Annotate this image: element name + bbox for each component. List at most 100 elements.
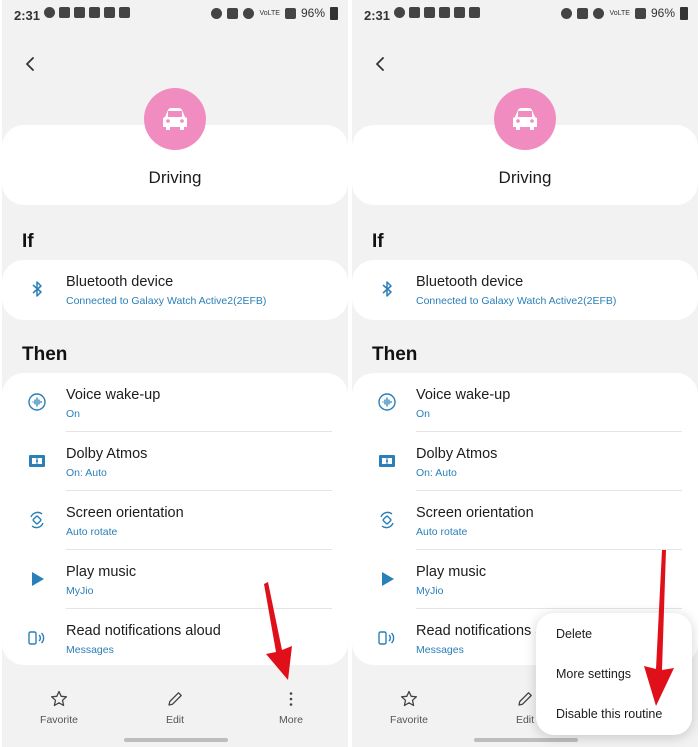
action-subtitle: MyJio — [66, 585, 94, 597]
battery-icon — [330, 6, 338, 20]
notification-icon — [89, 7, 100, 18]
rotate-icon — [376, 509, 398, 531]
if-section-title: If — [372, 231, 384, 252]
action-subtitle: Messages — [66, 644, 114, 656]
action-title: Read notifications aloud — [66, 623, 221, 639]
if-section-title: If — [22, 231, 34, 252]
edit-label: Edit — [165, 714, 185, 726]
action-row-screen-orientation[interactable]: Screen orientation Auto rotate — [2, 491, 348, 550]
if-condition-card: Bluetooth device Connected to Galaxy Wat… — [2, 260, 348, 320]
status-bar: 2:31 VoLTE 96% — [352, 0, 698, 30]
favorite-label: Favorite — [40, 714, 78, 726]
voice-wakeup-icon — [26, 391, 48, 413]
car-icon — [513, 108, 537, 130]
play-icon — [26, 568, 48, 590]
action-title: Dolby Atmos — [416, 446, 498, 462]
read-aloud-icon — [376, 627, 398, 649]
chevron-left-icon — [376, 57, 384, 71]
action-subtitle: MyJio — [416, 585, 444, 597]
dolby-icon — [26, 450, 48, 472]
condition-title: Bluetooth device — [416, 274, 524, 290]
action-title: Play music — [416, 564, 487, 580]
more-settings-menu-item[interactable]: More settings — [556, 667, 631, 681]
more-label: More — [279, 714, 303, 726]
action-title: Play music — [66, 564, 137, 580]
pencil-icon — [168, 692, 182, 706]
signal-icon — [634, 7, 646, 19]
action-subtitle: Auto rotate — [66, 526, 118, 538]
play-icon — [376, 568, 398, 590]
condition-row-bluetooth[interactable]: Bluetooth device Connected to Galaxy Wat… — [352, 260, 698, 319]
notification-icon — [409, 7, 420, 18]
action-row-dolby-atmos[interactable]: Dolby Atmos On: Auto — [352, 432, 698, 491]
system-icons: VoLTE 96% — [211, 6, 338, 20]
home-indicator[interactable] — [124, 738, 228, 742]
action-title: Screen orientation — [416, 505, 534, 521]
notification-icon — [394, 7, 405, 18]
chevron-left-icon — [26, 57, 34, 71]
back-button[interactable] — [366, 50, 394, 78]
condition-subtitle: Connected to Galaxy Watch Active2(2EFB) — [416, 295, 617, 307]
notification-icon — [119, 7, 130, 18]
action-row-screen-orientation[interactable]: Screen orientation Auto rotate — [352, 491, 698, 550]
mute-icon — [577, 7, 589, 19]
battery-percent: 96% — [300, 6, 325, 20]
pencil-icon — [518, 692, 532, 706]
action-subtitle: Messages — [416, 644, 464, 656]
action-subtitle: On: Auto — [66, 467, 107, 479]
wifi-icon — [243, 7, 255, 19]
routine-name: Driving — [498, 168, 552, 187]
status-time: 2:31 — [14, 8, 41, 23]
back-button[interactable] — [16, 50, 44, 78]
network-label: VoLTE — [259, 9, 280, 17]
action-title: Voice wake-up — [66, 387, 161, 403]
condition-row-bluetooth[interactable]: Bluetooth device Connected to Galaxy Wat… — [2, 260, 348, 319]
bottom-nav: Favorite Edit More — [2, 684, 348, 734]
annotation-arrow-icon — [264, 582, 292, 680]
home-indicator[interactable] — [474, 738, 578, 742]
notification-icon — [44, 7, 55, 18]
rotate-icon — [26, 509, 48, 531]
signal-icon — [284, 7, 296, 19]
more-vertical-icon — [289, 692, 293, 706]
action-row-voice-wakeup[interactable]: Voice wake-up On — [352, 373, 698, 432]
car-icon — [163, 108, 187, 130]
annotation-arrow-icon — [644, 550, 674, 706]
favorite-button[interactable]: Favorite — [374, 690, 444, 726]
condition-title: Bluetooth device — [66, 274, 174, 290]
condition-subtitle: Connected to Galaxy Watch Active2(2EFB) — [66, 295, 267, 307]
then-section-title: Then — [22, 344, 68, 365]
network-label: VoLTE — [609, 9, 630, 17]
bluetooth-icon — [376, 278, 398, 300]
dolby-icon — [376, 450, 398, 472]
action-subtitle: On — [66, 408, 81, 420]
notification-icons — [44, 7, 130, 18]
mute-icon — [227, 7, 239, 19]
delete-menu-item[interactable]: Delete — [556, 627, 592, 641]
notification-icon — [104, 7, 115, 18]
action-title: Voice wake-up — [416, 387, 511, 403]
notification-icons — [394, 7, 480, 18]
if-condition-card: Bluetooth device Connected to Galaxy Wat… — [352, 260, 698, 320]
disable-routine-menu-item[interactable]: Disable this routine — [556, 707, 662, 721]
favorite-button[interactable]: Favorite — [24, 690, 94, 726]
favorite-label: Favorite — [390, 714, 428, 726]
more-button[interactable]: More — [256, 690, 326, 726]
notification-icon — [439, 7, 450, 18]
bluetooth-icon — [26, 278, 48, 300]
status-time: 2:31 — [364, 8, 391, 23]
edit-button[interactable]: Edit — [140, 690, 210, 726]
battery-percent: 96% — [650, 6, 675, 20]
system-icons: VoLTE 96% — [561, 6, 688, 20]
action-subtitle: On: Auto — [416, 467, 457, 479]
action-row-dolby-atmos[interactable]: Dolby Atmos On: Auto — [2, 432, 348, 491]
star-icon — [50, 690, 68, 707]
alarm-icon — [211, 7, 223, 19]
action-title: Dolby Atmos — [66, 446, 148, 462]
routine-name: Driving — [148, 168, 202, 187]
voice-wakeup-icon — [376, 391, 398, 413]
action-row-voice-wakeup[interactable]: Voice wake-up On — [2, 373, 348, 432]
action-subtitle: On — [416, 408, 431, 420]
alarm-icon — [561, 7, 573, 19]
status-bar: 2:31 VoLTE 96% — [2, 0, 348, 30]
